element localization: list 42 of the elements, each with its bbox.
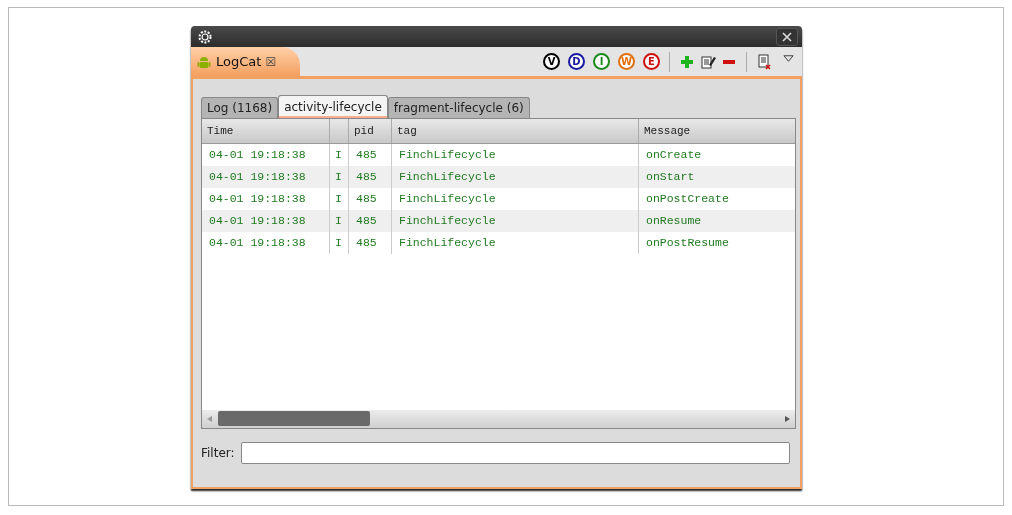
table-cell: 485: [349, 166, 392, 188]
column-header[interactable]: Time: [202, 119, 330, 143]
filter-field[interactable]: [240, 442, 790, 464]
table-cell: FinchLifecycle: [392, 210, 639, 232]
horizontal-scrollbar[interactable]: [202, 410, 795, 428]
table-cell: 04-01 19:18:38: [202, 210, 330, 232]
table-cell-text: onCreate: [645, 147, 703, 163]
table-cell: I: [330, 166, 349, 188]
table-cell-text: onPostResume: [645, 235, 730, 251]
filter-tab[interactable]: Log (1168): [201, 97, 279, 118]
column-header[interactable]: Message: [639, 119, 795, 143]
tab-label: LogCat: [216, 54, 262, 69]
gear-icon: [197, 28, 213, 45]
table-cell-text: onPostCreate: [645, 191, 730, 207]
table-cell: FinchLifecycle: [392, 166, 639, 188]
filter-tab[interactable]: fragment-lifecycle (6): [387, 97, 530, 118]
table-cell: I: [330, 210, 349, 232]
table-cell-text: onStart: [645, 169, 696, 185]
dropdown-icon[interactable]: [783, 53, 794, 64]
column-header[interactable]: tag: [392, 119, 639, 143]
close-icon[interactable]: [782, 31, 792, 42]
table-cell: 485: [349, 232, 392, 254]
log-level-button[interactable]: I: [593, 53, 610, 70]
table-cell: I: [330, 232, 349, 254]
close-button[interactable]: [776, 27, 798, 46]
table-cell: 04-01 19:18:38: [202, 166, 330, 188]
filter-tab[interactable]: activity-lifecycle: [278, 95, 388, 118]
log-level-button[interactable]: D: [568, 53, 585, 70]
filter-label: Filter:: [201, 446, 235, 460]
view-tab[interactable]: LogCat ☒: [191, 47, 301, 76]
scroll-right-icon[interactable]: [783, 415, 791, 423]
table-cell: 485: [349, 210, 392, 232]
column-header[interactable]: pid: [349, 119, 392, 143]
table-cell: FinchLifecycle: [392, 232, 639, 254]
log-level-button[interactable]: V: [543, 53, 560, 70]
table-cell-text: onResume: [645, 213, 703, 229]
scrollbar-thumb[interactable]: [218, 411, 370, 426]
clear-log-icon[interactable]: [756, 53, 772, 70]
close-tab-button[interactable]: ☒: [265, 54, 277, 69]
table-cell: 04-01 19:18:38: [202, 232, 330, 254]
log-level-button[interactable]: E: [643, 53, 660, 70]
edit-icon[interactable]: [700, 53, 716, 70]
